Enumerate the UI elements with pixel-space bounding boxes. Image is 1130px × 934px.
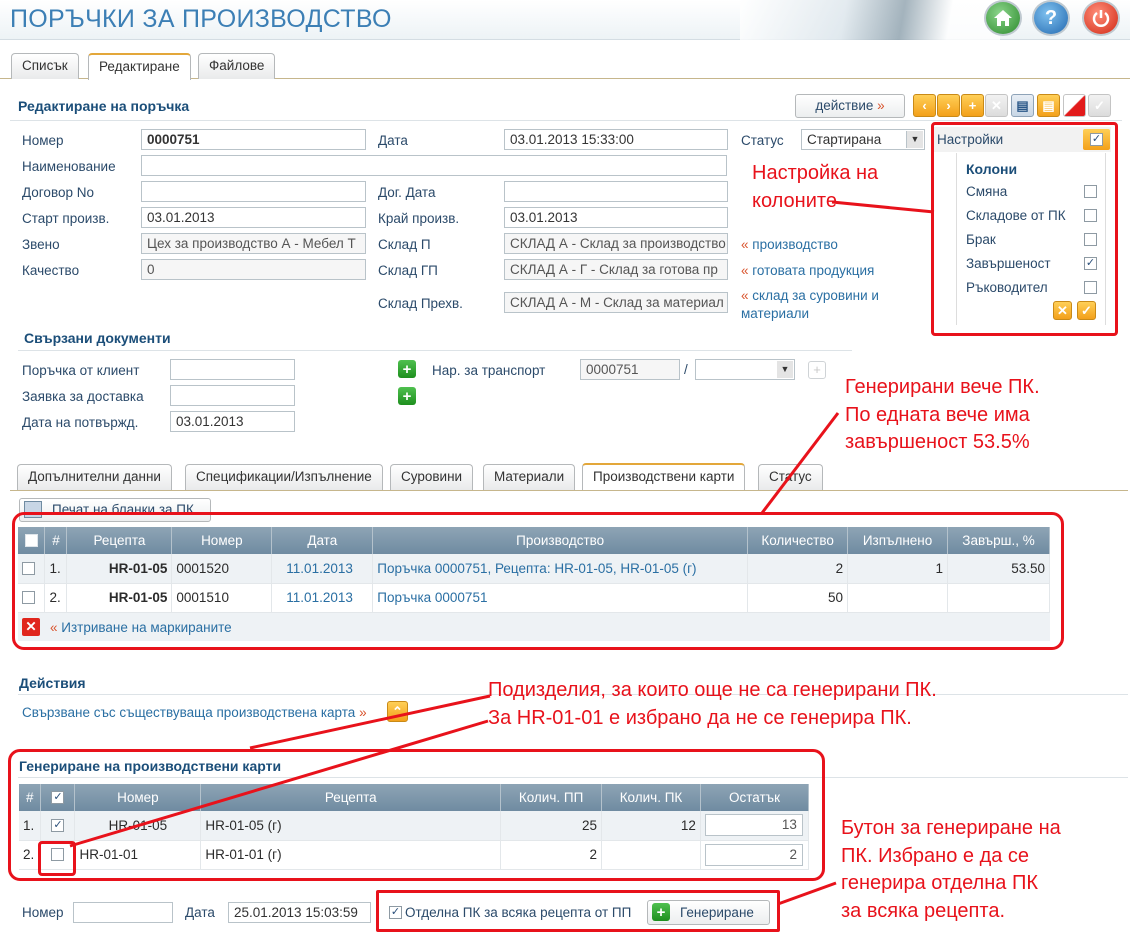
tab-edit[interactable]: Редактиране xyxy=(88,53,191,80)
arrow-generate xyxy=(249,694,491,750)
annotation-arrows xyxy=(69,200,935,906)
subtab-cards[interactable]: Производствени карти xyxy=(582,463,746,490)
annotation-settings: Настройка на колоните xyxy=(752,162,879,212)
annotation-generate: Подизделия, за които още не са генериран… xyxy=(488,679,937,729)
annotation-cards: Генерирани вече ПК. По едната вече има зав… xyxy=(845,376,1040,453)
arrow-cards xyxy=(760,412,840,514)
arrow-button xyxy=(777,881,837,906)
arrow-checkbox xyxy=(69,719,489,848)
annotation-button: Бутон за генериране на ПК. Избрано е да с… xyxy=(841,817,1061,922)
